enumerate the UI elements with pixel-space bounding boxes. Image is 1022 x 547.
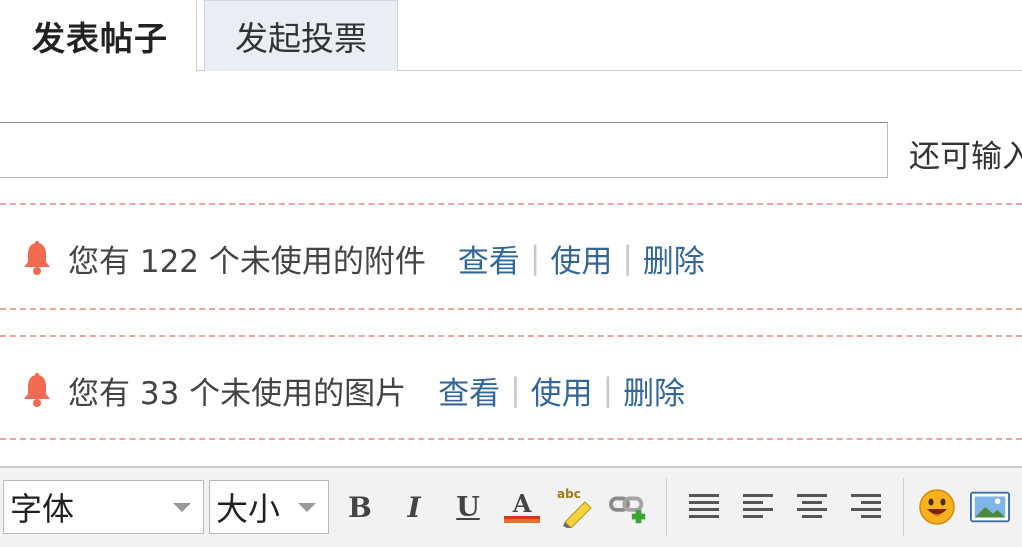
delete-images-link[interactable]: 删除 [623,368,685,413]
align-right-icon [851,494,881,518]
toolbar-separator [903,478,904,536]
bell-icon [24,373,50,407]
color-swatch-bar [504,515,540,523]
insert-image-button[interactable] [970,486,1010,528]
font-size-select[interactable]: 大小 [209,480,329,534]
attachment-notice-text: 您有 122 个未使用的附件 [68,243,426,280]
italic-icon: I [407,490,421,524]
tab-new-poll-label: 发起投票 [235,19,367,58]
tab-new-post[interactable]: 发表帖子 [0,0,197,72]
underline-button[interactable]: U [448,486,488,528]
remaining-chars-label: 还可输入 [909,139,1022,175]
toolbar-separator [666,478,667,536]
image-notice-text: 您有 33 个未使用的图片 [68,375,407,412]
notice-divider [0,438,1022,440]
notice-divider [0,203,1022,205]
delete-attachments-link[interactable]: 删除 [643,236,705,281]
highlight-button[interactable]: abc [555,486,595,528]
font-color-icon: A [512,488,532,518]
view-attachments-link[interactable]: 查看 [458,236,520,281]
bold-icon: B [348,490,372,524]
image-notice: 您有 33 个未使用的图片 查看 | 使用 | 删除 [22,368,685,413]
attachment-notice: 您有 122 个未使用的附件 查看 | 使用 | 删除 [22,236,705,281]
insert-emoji-button[interactable] [917,486,957,528]
align-right-button[interactable] [846,486,886,528]
align-center-icon [797,494,827,518]
align-justify-icon [689,494,719,518]
link-separator: | [602,372,614,408]
view-images-link[interactable]: 查看 [438,368,500,413]
bell-icon [24,241,50,275]
link-icon [609,496,646,524]
post-tabs: 发表帖子 发起投票 [0,0,1022,72]
notice-divider [0,335,1022,337]
smiley-icon [919,489,955,525]
font-size-value: 大小 [216,490,281,528]
link-separator: | [510,372,521,408]
image-icon [970,491,1010,523]
font-family-value: 字体 [10,490,75,528]
font-color-button[interactable]: A [502,486,542,528]
italic-button[interactable]: I [394,486,434,528]
highlight-glyph: abc [557,487,581,501]
font-family-select[interactable]: 字体 [3,480,204,534]
align-justify-button[interactable] [684,486,724,528]
tab-new-poll[interactable]: 发起投票 [204,0,398,71]
align-left-icon [743,494,773,518]
align-left-button[interactable] [738,486,778,528]
highlight-icon: abc [557,487,592,528]
chevron-down-icon [298,503,316,512]
chevron-down-icon [173,503,191,512]
link-separator: | [529,240,541,276]
editor-toolbar: 字体 大小 B I U A abc [0,466,1022,547]
link-separator: | [622,240,633,276]
notice-divider [0,308,1022,310]
subject-input[interactable] [0,122,888,178]
underline-icon: U [456,491,480,523]
tab-new-post-label: 发表帖子 [32,19,168,58]
bold-button[interactable]: B [340,486,380,528]
use-attachments-link[interactable]: 使用 [550,236,612,281]
insert-link-button[interactable] [609,486,649,528]
align-center-button[interactable] [792,486,832,528]
use-images-link[interactable]: 使用 [531,368,593,413]
